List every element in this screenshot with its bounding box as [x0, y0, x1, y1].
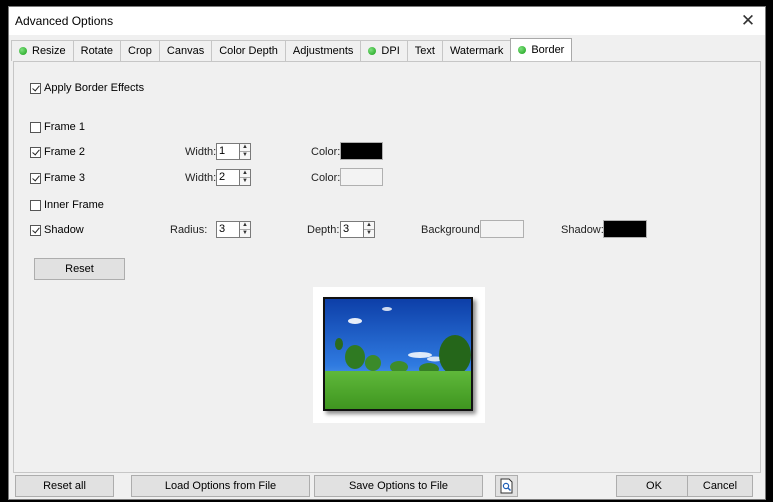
frame-2-width-input[interactable]: 1: [216, 143, 240, 160]
status-dot-icon: [368, 47, 377, 55]
shadow-depth-spinner: 3 ▲ ▼: [340, 221, 375, 238]
inner-frame-label: Inner Frame: [44, 199, 104, 211]
apply-border-effects-checkbox[interactable]: Apply Border Effects: [30, 82, 144, 94]
frame-1-label: Frame 1: [44, 121, 85, 133]
checkbox-box: [30, 146, 41, 158]
landscape-preview-graphic: [325, 299, 471, 409]
frame-2-checkbox[interactable]: Frame 2: [30, 146, 85, 158]
cancel-button[interactable]: Cancel: [687, 475, 753, 497]
frame-2-width-spin-buttons: ▲ ▼: [240, 143, 251, 160]
checkbox-box: [30, 224, 41, 236]
frame-2-width-spinner: 1 ▲ ▼: [216, 143, 251, 160]
checkbox-box: [30, 199, 41, 211]
apply-border-effects-label: Apply Border Effects: [44, 82, 145, 94]
shadow-background-label: Background:: [421, 224, 483, 236]
frame-3-width-spin-buttons: ▲ ▼: [240, 169, 251, 186]
close-icon[interactable]: ✕: [737, 10, 759, 32]
tab-label: Watermark: [449, 45, 504, 57]
shadow-radius-spinner: 3 ▲ ▼: [216, 221, 251, 238]
shadow-depth-label: Depth:: [307, 224, 340, 236]
tab-adjustments[interactable]: Adjustments: [284, 40, 362, 61]
load-options-button[interactable]: Load Options from File: [131, 475, 310, 497]
spin-down-icon[interactable]: ▼: [240, 230, 250, 237]
spin-up-icon[interactable]: ▲: [364, 222, 374, 230]
tab-rotate[interactable]: Rotate: [72, 40, 122, 61]
status-dot-icon: [518, 46, 527, 54]
frame-3-label: Frame 3: [44, 172, 85, 184]
inner-frame-checkbox[interactable]: Inner Frame: [30, 199, 104, 211]
tab-border[interactable]: Border: [510, 38, 573, 61]
shadow-radius-label: Radius:: [170, 224, 208, 236]
reset-all-button[interactable]: Reset all: [15, 475, 114, 497]
title-bar: Advanced Options ✕: [9, 7, 765, 35]
preview-image: [323, 297, 473, 411]
border-preview: [313, 287, 485, 423]
spin-up-icon[interactable]: ▲: [240, 144, 250, 152]
save-options-button[interactable]: Save Options to File: [314, 475, 483, 497]
tab-resize[interactable]: Resize: [11, 40, 74, 61]
frame-2-color-swatch[interactable]: [340, 142, 383, 160]
tab-label: Rotate: [80, 45, 114, 57]
shadow-radius-input[interactable]: 3: [216, 221, 240, 238]
shadow-depth-input[interactable]: 3: [340, 221, 364, 238]
checkbox-box: [30, 121, 41, 133]
frame-2-label: Frame 2: [44, 146, 85, 158]
shadow-background-color-swatch[interactable]: [480, 220, 524, 238]
tab-label: Color Depth: [219, 45, 278, 57]
tab-label: Adjustments: [292, 45, 354, 57]
shadow-label: Shadow: [44, 224, 84, 236]
tab-crop[interactable]: Crop: [120, 40, 160, 61]
frame-2-width-label: Width:: [185, 146, 217, 158]
reset-button[interactable]: Reset: [34, 258, 125, 280]
frame-3-width-input[interactable]: 2: [216, 169, 240, 186]
frame-1-checkbox[interactable]: Frame 1: [30, 121, 85, 133]
tab-label: Text: [414, 45, 435, 57]
tab-watermark[interactable]: Watermark: [441, 40, 512, 61]
tab-color-depth[interactable]: Color Depth: [211, 40, 286, 61]
tab-label: DPI: [381, 45, 400, 57]
shadow-color-swatch[interactable]: [603, 220, 647, 238]
spin-down-icon[interactable]: ▼: [364, 230, 374, 237]
checkbox-box: [30, 82, 41, 94]
tab-dpi[interactable]: DPI: [360, 40, 408, 61]
tab-label: Crop: [128, 45, 152, 57]
frame-2-color-label: Color:: [311, 146, 341, 158]
frame-3-width-label: Width:: [185, 172, 217, 184]
status-dot-icon: [19, 47, 27, 55]
shadow-radius-spin-buttons: ▲ ▼: [240, 221, 251, 238]
tab-label: Resize: [32, 45, 66, 57]
frame-3-width-spinner: 2 ▲ ▼: [216, 169, 251, 186]
ok-button[interactable]: OK: [616, 475, 692, 497]
dialog-title: Advanced Options: [15, 14, 114, 28]
tab-text[interactable]: Text: [406, 40, 443, 61]
advanced-options-dialog: Advanced Options ✕ Resize Rotate Crop Canva…: [8, 6, 766, 500]
checkbox-box: [30, 172, 41, 184]
preview-document-icon: [500, 478, 512, 494]
tab-canvas[interactable]: Canvas: [158, 40, 213, 61]
spin-down-icon[interactable]: ▼: [240, 152, 250, 159]
frame-3-color-label: Color:: [311, 172, 341, 184]
shadow-color-label: Shadow:: [561, 224, 604, 236]
shadow-checkbox[interactable]: Shadow: [30, 224, 84, 236]
tab-label: Border: [531, 44, 565, 56]
shadow-depth-spin-buttons: ▲ ▼: [364, 221, 375, 238]
spin-down-icon[interactable]: ▼: [240, 178, 250, 185]
frame-3-color-swatch[interactable]: [340, 168, 383, 186]
tab-label: Canvas: [166, 45, 205, 57]
spin-up-icon[interactable]: ▲: [240, 222, 250, 230]
preview-document-button[interactable]: [495, 475, 518, 497]
tab-bar: Resize Rotate Crop Canvas Color Depth Adjustm…: [11, 38, 573, 62]
spin-up-icon[interactable]: ▲: [240, 170, 250, 178]
frame-3-checkbox[interactable]: Frame 3: [30, 172, 85, 184]
